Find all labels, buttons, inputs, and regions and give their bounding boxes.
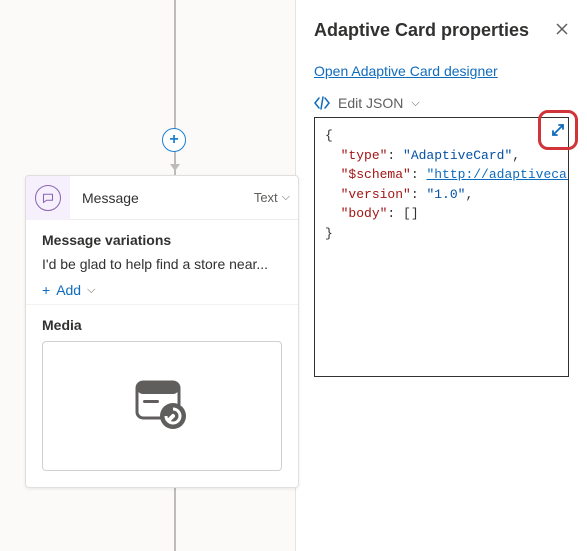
plus-icon: +	[42, 282, 50, 298]
panel-title: Adaptive Card properties	[314, 20, 529, 41]
arrow-down-icon	[169, 160, 181, 172]
card-type-label: Text	[254, 190, 278, 205]
card-type-dropdown[interactable]: Text ⌵	[254, 190, 298, 205]
expand-editor-button[interactable]	[546, 118, 570, 142]
media-card-icon	[131, 378, 193, 434]
media-placeholder[interactable]	[42, 341, 282, 471]
close-button[interactable]	[555, 22, 569, 39]
panel-header: Adaptive Card properties	[314, 20, 569, 41]
add-step-button[interactable]: +	[162, 128, 186, 152]
properties-panel: Adaptive Card properties Open Adaptive C…	[295, 0, 587, 551]
expand-icon	[549, 121, 567, 139]
variation-item[interactable]: I'd be glad to help find a store near...	[42, 256, 282, 272]
close-icon	[555, 22, 569, 36]
edit-json-label: Edit JSON	[338, 95, 403, 111]
flow-canvas: + Message Text ⌵ Message variations I'd …	[0, 0, 297, 551]
variations-title: Message variations	[42, 232, 282, 248]
edit-json-toggle[interactable]: Edit JSON ⌵	[314, 95, 569, 111]
chevron-down-icon: ⌵	[87, 284, 95, 297]
chevron-down-icon: ⌵	[282, 191, 290, 204]
plus-icon: +	[169, 131, 178, 149]
media-section: Media	[26, 304, 298, 487]
code-icon	[314, 96, 330, 110]
card-title: Message	[70, 190, 254, 206]
message-icon	[35, 185, 61, 211]
card-header: Message Text ⌵	[26, 176, 298, 220]
card-icon-container	[26, 176, 70, 220]
add-variation-button[interactable]: + Add ⌵	[42, 282, 95, 298]
add-label: Add	[56, 282, 81, 298]
variations-section: Message variations I'd be glad to help f…	[26, 220, 298, 304]
json-editor[interactable]: { "type": "AdaptiveCard", "$schema": "ht…	[314, 117, 569, 377]
open-designer-link[interactable]: Open Adaptive Card designer	[314, 63, 498, 79]
chevron-down-icon: ⌵	[411, 97, 419, 110]
message-node-card[interactable]: Message Text ⌵ Message variations I'd be…	[25, 175, 299, 488]
media-title: Media	[42, 317, 282, 333]
